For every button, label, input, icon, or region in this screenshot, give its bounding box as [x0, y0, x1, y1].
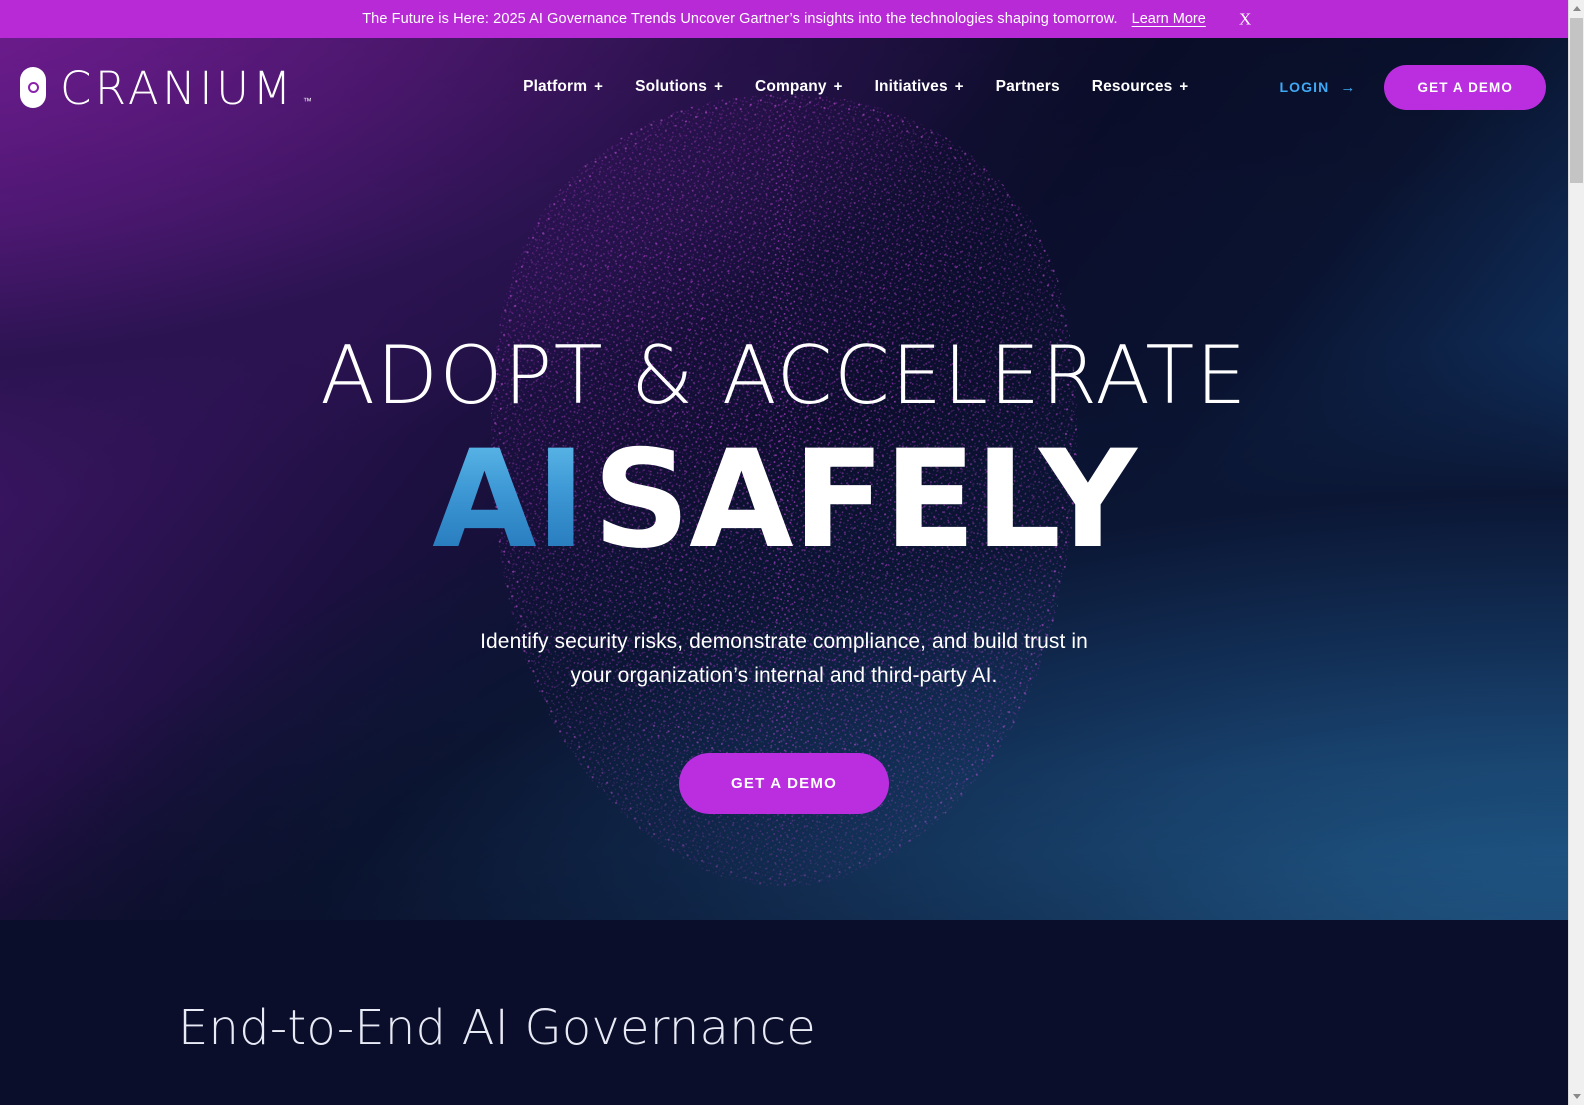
plus-icon: + [833, 78, 843, 95]
scrollbar-down-arrow-icon[interactable] [1569, 1088, 1584, 1105]
arrow-right-icon: → [1340, 78, 1357, 96]
announcement-text: The Future is Here: 2025 AI Governance T… [362, 11, 1118, 27]
nav-item-label: Company [754, 78, 827, 95]
logo-wordmark: CRANIUM [60, 61, 295, 115]
scrollbar-thumb[interactable] [1570, 18, 1583, 183]
announcement-bar: The Future is Here: 2025 AI Governance T… [0, 0, 1568, 38]
plus-icon: + [594, 78, 604, 95]
plus-icon: + [714, 78, 723, 95]
nav-item-resources[interactable]: Resources + [1092, 78, 1189, 96]
hero-headline-safely: SAFELY [592, 421, 1137, 578]
nav-item-initiatives[interactable]: Initiatives + [875, 78, 964, 96]
cranium-pill-icon [20, 66, 46, 108]
hero-headline-line1: ADOPT & ACCELERATE [320, 329, 1248, 422]
plus-icon: + [1179, 78, 1189, 95]
page-root: The Future is Here: 2025 AI Governance T… [0, 0, 1568, 1105]
nav-item-label: Resources [1091, 78, 1173, 95]
plus-icon: + [954, 78, 964, 95]
nav-item-platform[interactable]: Platform + [523, 78, 603, 96]
nav-actions: LOGIN → GET A DEMO [1280, 64, 1546, 110]
nav-item-label: Platform [523, 78, 588, 95]
hero-headline-line2: AISAFELY [0, 432, 1568, 567]
nav-item-company[interactable]: Company + [755, 78, 843, 96]
get-a-demo-button-hero[interactable]: GET A DEMO [679, 753, 889, 815]
hero-subtitle: Identify security risks, demonstrate com… [480, 630, 1088, 688]
nav-item-label: Initiatives [874, 78, 948, 95]
governance-section: End-to-End AI Governance [0, 920, 1568, 1105]
nav-item-label: Partners [995, 78, 1060, 95]
scrollbar-up-arrow-icon[interactable] [1569, 0, 1584, 17]
cranium-dot-icon [27, 81, 39, 93]
login-label: LOGIN [1279, 79, 1330, 95]
browser-scrollbar[interactable] [1568, 0, 1584, 1105]
announcement-learn-more-link[interactable]: Learn More [1132, 11, 1206, 27]
browser-viewport: The Future is Here: 2025 AI Governance T… [0, 0, 1584, 1105]
trademark-symbol: ™ [302, 95, 312, 106]
nav-item-partners[interactable]: Partners [996, 78, 1060, 96]
get-a-demo-button-nav[interactable]: GET A DEMO [1384, 64, 1546, 110]
logo-cranium[interactable]: CRANIUM ™ [20, 61, 312, 115]
nav-item-label: Solutions [635, 78, 708, 95]
nav-item-solutions[interactable]: Solutions + [635, 78, 723, 96]
close-icon[interactable]: X [1239, 11, 1251, 28]
hero-section: CRANIUM ™ Platform + Solutions + Company… [0, 38, 1568, 920]
main-navigation: CRANIUM ™ Platform + Solutions + Company… [0, 38, 1568, 136]
nav-menu: Platform + Solutions + Company + Initiat… [403, 78, 1188, 96]
hero-headline-ai: AI [432, 421, 586, 578]
governance-section-title: End-to-End AI Governance [178, 1000, 817, 1056]
login-link[interactable]: LOGIN → [1280, 79, 1357, 95]
